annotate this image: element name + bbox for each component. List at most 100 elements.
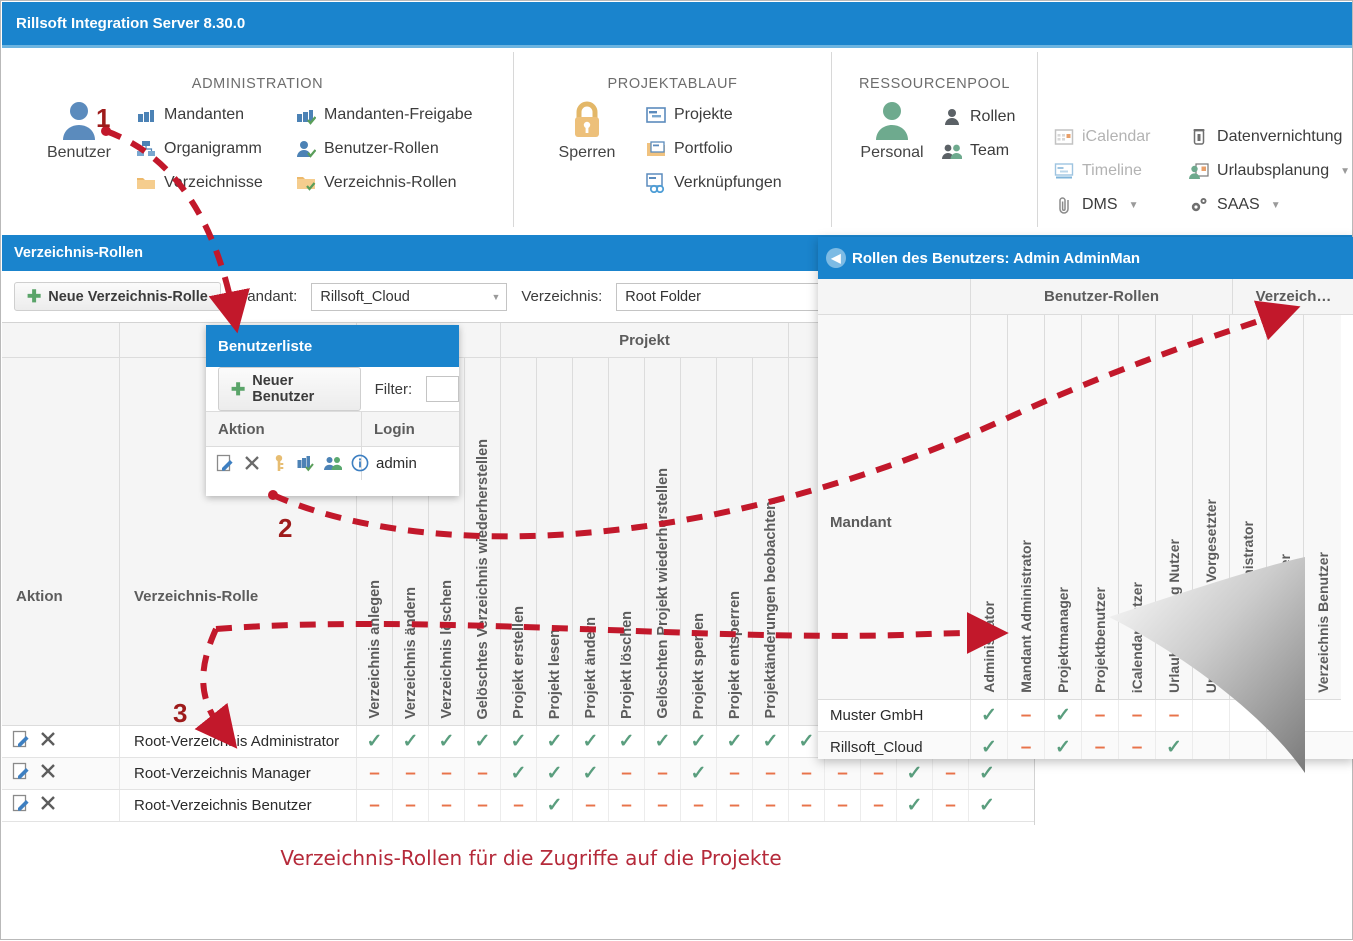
grid-col-header[interactable]: Projekt entsperren — [717, 358, 753, 726]
rollen-col-header[interactable]: Urlaubsplanung Nutzer — [1156, 315, 1193, 700]
permission-cell[interactable]: ✓ — [897, 790, 933, 821]
edit-icon[interactable] — [12, 730, 30, 753]
ribbon-item-team[interactable]: Team — [942, 136, 1015, 166]
ribbon-item-timeline[interactable]: Timeline — [1054, 156, 1167, 186]
ribbon-item-projekte[interactable]: Projekte — [646, 100, 782, 130]
permission-cell[interactable]: ✓ — [393, 726, 429, 757]
permission-cell[interactable]: – — [573, 790, 609, 821]
rollen-col-header[interactable]: Projektmanager — [1045, 315, 1082, 700]
permission-cell[interactable]: – — [933, 790, 969, 821]
ribbon-item-rollen[interactable]: Rollen — [942, 102, 1015, 132]
permission-cell[interactable]: – — [861, 758, 897, 789]
rollen-col-header[interactable]: Mandant Administrator — [1008, 315, 1045, 700]
permission-cell[interactable]: ✓ — [465, 726, 501, 757]
ribbon-item-verknuepfungen[interactable]: Verknüpfungen — [646, 168, 782, 198]
permission-cell[interactable]: – — [429, 790, 465, 821]
new-verzeichnis-rolle-button[interactable]: ✚ Neue Verzeichnis-Rolle — [14, 282, 221, 311]
ribbon-item-icalendar[interactable]: iCalendar — [1054, 122, 1167, 152]
ribbon-button-personal[interactable]: Personal — [846, 92, 938, 166]
role-cell[interactable]: – — [1008, 732, 1045, 759]
permission-cell[interactable]: ✓ — [573, 726, 609, 757]
table-row[interactable]: Root-Verzeichnis Benutzer – – – – – ✓ – – – – – – – – –… — [2, 790, 1034, 822]
permission-cell[interactable]: ✓ — [753, 726, 789, 757]
permission-cell[interactable]: – — [789, 758, 825, 789]
role-cell[interactable] — [1267, 732, 1304, 759]
team-icon[interactable] — [324, 454, 344, 474]
permission-cell[interactable]: ✓ — [681, 726, 717, 757]
permission-cell[interactable]: ✓ — [501, 726, 537, 757]
permission-cell[interactable]: ✓ — [645, 726, 681, 757]
permission-cell[interactable]: ✓ — [537, 726, 573, 757]
role-cell[interactable] — [1304, 700, 1341, 731]
permission-cell[interactable]: ✓ — [429, 726, 465, 757]
ribbon-item-mandanten-freigabe[interactable]: Mandanten-Freigabe — [296, 100, 473, 130]
role-cell[interactable]: – — [1119, 732, 1156, 759]
rollen-col-header[interactable]: Urlaubsplanung Vorgesetzter — [1193, 315, 1230, 700]
permission-cell[interactable]: – — [717, 758, 753, 789]
permission-cell[interactable]: ✓ — [681, 758, 717, 789]
role-cell[interactable]: ✓ — [1045, 732, 1082, 759]
ribbon-item-verzeichnis-rollen[interactable]: Verzeichnis-Rollen — [296, 168, 473, 198]
rollen-col-header[interactable]: Administrator — [971, 315, 1008, 700]
permission-cell[interactable]: – — [933, 758, 969, 789]
ribbon-item-portfolio[interactable]: Portfolio — [646, 134, 782, 164]
ribbon-item-dms[interactable]: DMS ▼ — [1054, 190, 1167, 220]
table-row[interactable]: Root-Verzeichnis Manager – – – – ✓ ✓ ✓ – – ✓ – – – – – ✓… — [2, 758, 1034, 790]
permission-cell[interactable]: ✓ — [897, 758, 933, 789]
delete-icon[interactable] — [39, 794, 57, 817]
permission-cell[interactable]: ✓ — [501, 758, 537, 789]
rollen-col-header[interactable]: Projektbenutzer — [1082, 315, 1119, 700]
role-cell[interactable]: – — [1008, 700, 1045, 731]
ribbon-item-urlaubsplanung[interactable]: Urlaubsplanung ▼ — [1189, 156, 1350, 186]
grid-col-header[interactable]: Projekt sperren — [681, 358, 717, 726]
edit-icon[interactable] — [12, 794, 30, 817]
role-cell[interactable]: – — [1156, 700, 1193, 731]
permission-cell[interactable]: – — [861, 790, 897, 821]
permission-cell[interactable]: – — [645, 758, 681, 789]
role-cell[interactable] — [1230, 732, 1267, 759]
filter-input[interactable] — [426, 376, 459, 402]
ribbon-item-verzeichnisse[interactable]: Verzeichnisse — [136, 168, 282, 198]
rollen-col-header[interactable]: Verzeichnis Administrator — [1230, 315, 1267, 700]
grid-col-header[interactable]: Projekt löschen — [609, 358, 645, 726]
ribbon-item-datenvernichtung[interactable]: Datenvernichtung — [1189, 122, 1350, 152]
grid-col-header[interactable]: Projekt lesen — [537, 358, 573, 726]
permission-cell[interactable]: ✓ — [573, 758, 609, 789]
permission-cell[interactable]: – — [393, 790, 429, 821]
permission-cell[interactable]: – — [393, 758, 429, 789]
permission-cell[interactable]: ✓ — [537, 790, 573, 821]
ribbon-button-benutzer[interactable]: Benutzer — [30, 92, 128, 198]
role-cell[interactable] — [1267, 700, 1304, 731]
role-cell[interactable] — [1193, 732, 1230, 759]
permission-cell[interactable]: ✓ — [969, 790, 1005, 821]
permission-cell[interactable]: – — [609, 790, 645, 821]
permission-cell[interactable]: ✓ — [357, 726, 393, 757]
role-cell[interactable] — [1193, 700, 1230, 731]
roles-icon[interactable] — [297, 454, 317, 474]
permission-cell[interactable]: – — [465, 790, 501, 821]
chevron-down-icon[interactable]: ▼ — [1271, 200, 1281, 211]
ribbon-item-mandanten[interactable]: Mandanten — [136, 100, 282, 130]
neuer-benutzer-button[interactable]: ✚ Neuer Benutzer — [218, 367, 361, 411]
ribbon-item-saas[interactable]: SAAS ▼ — [1189, 190, 1350, 220]
delete-icon[interactable] — [243, 454, 263, 474]
role-cell[interactable]: ✓ — [1045, 700, 1082, 731]
role-cell[interactable]: – — [1082, 732, 1119, 759]
grid-col-header[interactable]: Projekt ändern — [573, 358, 609, 726]
role-cell[interactable]: ✓ — [971, 732, 1008, 759]
role-cell[interactable]: ✓ — [1156, 732, 1193, 759]
role-cell[interactable]: ✓ — [971, 700, 1008, 731]
mandant-select[interactable]: Rillsoft_Cloud ▼ — [311, 282, 508, 311]
permission-cell[interactable]: – — [789, 790, 825, 821]
grid-col-header[interactable]: Gelöschtes Verzeichnis wiederherstellen — [465, 358, 501, 726]
permission-cell[interactable]: – — [753, 790, 789, 821]
key-icon[interactable] — [270, 454, 290, 474]
permission-cell[interactable]: ✓ — [537, 758, 573, 789]
roles-table-row[interactable]: Muster GmbH ✓ – ✓ – – – — [818, 700, 1353, 732]
rollen-col-header[interactable]: Verzeichnis Manager — [1267, 315, 1304, 700]
permission-cell[interactable]: ✓ — [969, 758, 1005, 789]
permission-cell[interactable]: – — [645, 790, 681, 821]
ribbon-button-sperren[interactable]: Sperren — [538, 92, 636, 198]
permission-cell[interactable]: – — [609, 758, 645, 789]
delete-icon[interactable] — [39, 762, 57, 785]
